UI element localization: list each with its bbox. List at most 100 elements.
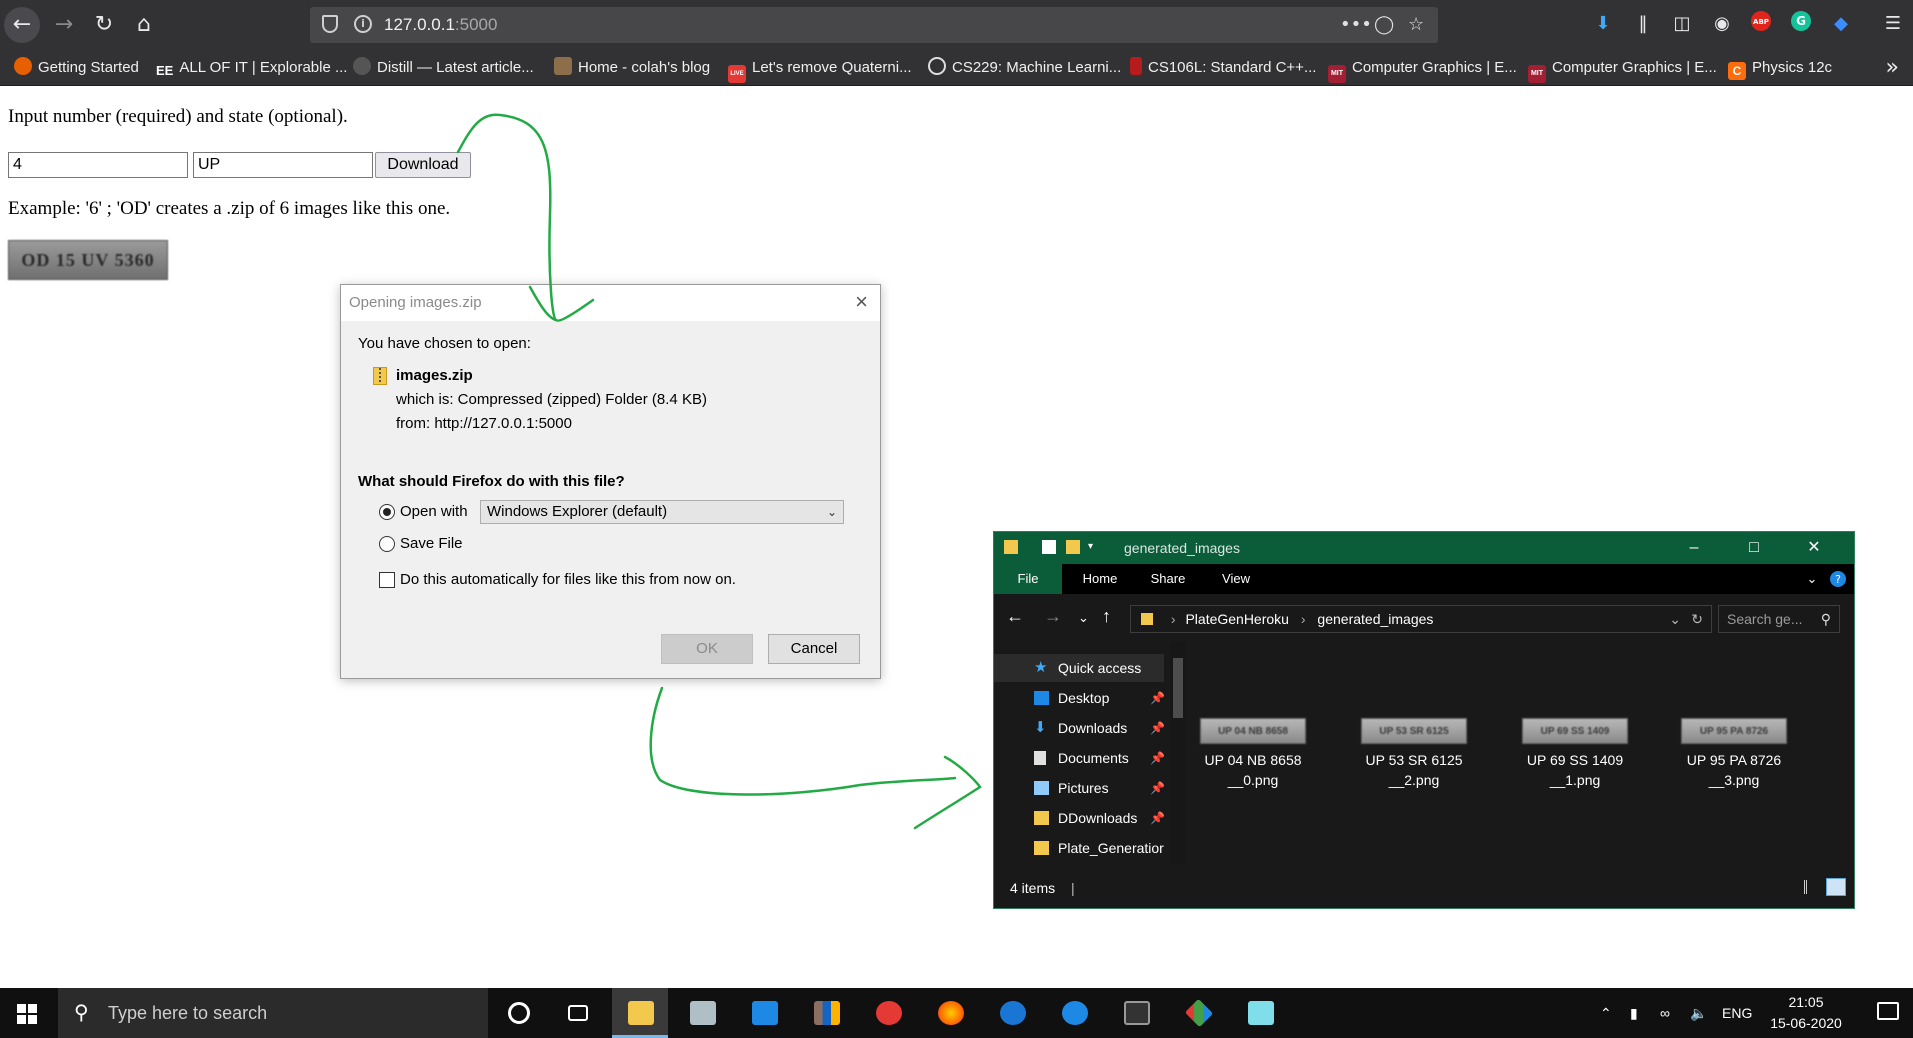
url-bar[interactable]: i 127.0.0.1:5000 ••• ◯ ☆ <box>310 7 1438 43</box>
sidebar-item-ddownloads[interactable]: DDownloads 📌 <box>994 804 1164 832</box>
bookmark-item[interactable]: MIT Computer Graphics | E... <box>1328 49 1517 86</box>
bookmark-item[interactable]: EE ALL OF IT | Explorable ... <box>156 49 347 86</box>
language-indicator[interactable]: ENG <box>1722 988 1752 1038</box>
address-bar[interactable]: › PlateGenHeroku › generated_images ⌄ ↻ <box>1130 605 1712 633</box>
bookmark-star-icon[interactable]: ☆ <box>1408 7 1424 43</box>
bookmark-item[interactable]: C Physics 12c <box>1728 49 1832 86</box>
account-icon[interactable]: ◉ <box>1709 10 1735 38</box>
bookmark-item[interactable]: CS229: Machine Learni... <box>928 49 1121 86</box>
git-taskbar-icon[interactable] <box>1170 988 1226 1038</box>
back-icon[interactable]: ← <box>4 7 40 43</box>
expand-ribbon-icon[interactable]: ⌄ <box>1802 564 1822 594</box>
downloads-icon[interactable]: ⬇ <box>1590 10 1616 38</box>
control-panel-taskbar-icon[interactable] <box>736 988 792 1038</box>
forward-icon[interactable]: → <box>46 7 82 43</box>
minimize-icon[interactable]: – <box>1664 532 1724 564</box>
open-with-radio[interactable] <box>379 504 395 520</box>
up-arrow-icon[interactable]: ↑ <box>1102 606 1111 627</box>
paint-taskbar-icon[interactable] <box>860 988 916 1038</box>
sidebar-item-desktop[interactable]: Desktop 📌 <box>994 684 1164 712</box>
file-item[interactable]: UP 53 SR 6125 UP 53 SR 6125 __2.png <box>1349 718 1479 790</box>
auto-label[interactable]: Do this automatically for files like thi… <box>400 571 736 588</box>
photos-taskbar-icon[interactable] <box>674 988 730 1038</box>
open-with-label[interactable]: Open with <box>400 503 468 520</box>
cancel-button[interactable]: Cancel <box>768 634 860 664</box>
file-explorer-taskbar-icon[interactable] <box>612 988 668 1038</box>
tracking-shield-icon[interactable] <box>322 15 338 33</box>
sidebar-item-quick-access[interactable]: ★ Quick access <box>994 654 1164 682</box>
sidebar-scrollbar[interactable] <box>1170 642 1186 864</box>
number-input[interactable] <box>8 152 188 178</box>
help-icon[interactable]: ? <box>1828 564 1848 594</box>
site-info-icon[interactable]: i <box>354 15 372 33</box>
chevron-down-icon[interactable]: ⌄ <box>1669 606 1681 632</box>
bookmark-item[interactable]: MIT Computer Graphics | E... <box>1528 49 1717 86</box>
sidebar-item-pictures[interactable]: Pictures 📌 <box>994 774 1164 802</box>
ok-button[interactable]: OK <box>661 634 753 664</box>
bookmark-item[interactable]: Getting Started <box>14 49 139 86</box>
properties-icon[interactable] <box>1042 540 1056 554</box>
save-file-radio[interactable] <box>379 536 395 552</box>
more-bookmarks-icon[interactable]: » <box>1886 49 1899 86</box>
library-icon[interactable]: ‖ <box>1630 10 1656 38</box>
tab-home[interactable]: Home <box>1066 564 1134 594</box>
notes-taskbar-icon[interactable] <box>1232 988 1288 1038</box>
volume-icon[interactable]: 🔈 <box>1690 988 1707 1038</box>
battery-icon[interactable]: ▮ <box>1630 988 1638 1038</box>
breadcrumb-item[interactable]: generated_images <box>1317 611 1433 627</box>
details-view-icon[interactable] <box>1804 880 1820 894</box>
url-text[interactable]: 127.0.0.1:5000 <box>384 7 497 43</box>
sidebar-item-documents[interactable]: Documents 📌 <box>994 744 1164 772</box>
state-input[interactable] <box>193 152 373 178</box>
sidebar-item-downloads[interactable]: ⬇ Downloads 📌 <box>994 714 1164 742</box>
notifications-icon[interactable] <box>1877 1002 1899 1020</box>
file-item[interactable]: UP 95 PA 8726 UP 95 PA 8726 __3.png <box>1669 718 1799 790</box>
taskbar-search[interactable]: ⚲ Type here to search <box>58 988 488 1038</box>
download-button[interactable]: Download <box>375 152 471 178</box>
cortana-icon[interactable] <box>490 988 546 1038</box>
tab-share[interactable]: Share <box>1134 564 1202 594</box>
bookmark-item[interactable]: CS106L: Standard C++... <box>1130 49 1316 86</box>
close-window-icon[interactable]: ✕ <box>1784 532 1844 564</box>
home-icon[interactable]: ⌂ <box>126 7 162 43</box>
edge-taskbar-icon[interactable] <box>1046 988 1102 1038</box>
terminal-taskbar-icon[interactable] <box>1108 988 1164 1038</box>
start-button[interactable] <box>0 988 56 1038</box>
back-arrow-icon[interactable]: ← <box>1006 606 1024 627</box>
menu-icon[interactable]: ☰ <box>1880 10 1906 38</box>
bookmark-item[interactable]: Distill — Latest article... <box>353 49 534 86</box>
scrollbar-thumb[interactable] <box>1173 658 1183 718</box>
clock[interactable]: 21:05 15-06-2020 <box>1766 992 1846 1034</box>
wifi-icon[interactable]: ∞ <box>1660 988 1670 1038</box>
large-icons-view-icon[interactable] <box>1826 878 1846 896</box>
tab-file[interactable]: File <box>994 564 1062 594</box>
recent-locations-icon[interactable]: ⌄ <box>1078 610 1089 626</box>
close-icon[interactable]: × <box>855 289 868 315</box>
search-input[interactable]: Search ge... ⚲ <box>1718 605 1840 633</box>
task-view-icon[interactable] <box>550 988 606 1038</box>
sidebar-icon[interactable]: ◫ <box>1669 10 1695 38</box>
file-item[interactable]: UP 69 SS 1409 UP 69 SS 1409 __1.png <box>1510 718 1640 790</box>
adblock-icon[interactable]: ABP <box>1748 10 1774 38</box>
sidebar-item-plate-generation[interactable]: Plate_Generatior <box>994 834 1164 862</box>
extension-icon[interactable]: ◆ <box>1828 10 1854 38</box>
page-actions-icon[interactable]: ••• <box>1340 7 1372 43</box>
breadcrumb-item[interactable]: PlateGenHeroku <box>1185 611 1289 627</box>
maximize-icon[interactable]: □ <box>1724 532 1784 564</box>
customize-toolbar-icon[interactable]: ▾ <box>1088 540 1102 554</box>
grammarly-icon[interactable]: G <box>1788 10 1814 38</box>
forward-arrow-icon[interactable]: → <box>1044 606 1062 627</box>
show-hidden-icons[interactable]: ⌃ <box>1600 988 1612 1038</box>
reload-icon[interactable]: ↻ <box>86 7 122 43</box>
auto-checkbox[interactable] <box>379 572 395 588</box>
pocket-icon[interactable]: ◯ <box>1374 7 1394 43</box>
file-item[interactable]: UP 04 NB 8658 UP 04 NB 8658 __0.png <box>1188 718 1318 790</box>
open-with-select[interactable]: Windows Explorer (default) ⌄ <box>480 500 844 524</box>
save-file-label[interactable]: Save File <box>400 535 463 552</box>
new-folder-icon[interactable] <box>1066 540 1080 554</box>
bookmark-item[interactable]: Home - colah's blog <box>554 49 710 86</box>
tab-view[interactable]: View <box>1202 564 1270 594</box>
maps-taskbar-icon[interactable] <box>984 988 1040 1038</box>
library-taskbar-icon[interactable] <box>798 988 854 1038</box>
refresh-icon[interactable]: ↻ <box>1691 606 1703 632</box>
